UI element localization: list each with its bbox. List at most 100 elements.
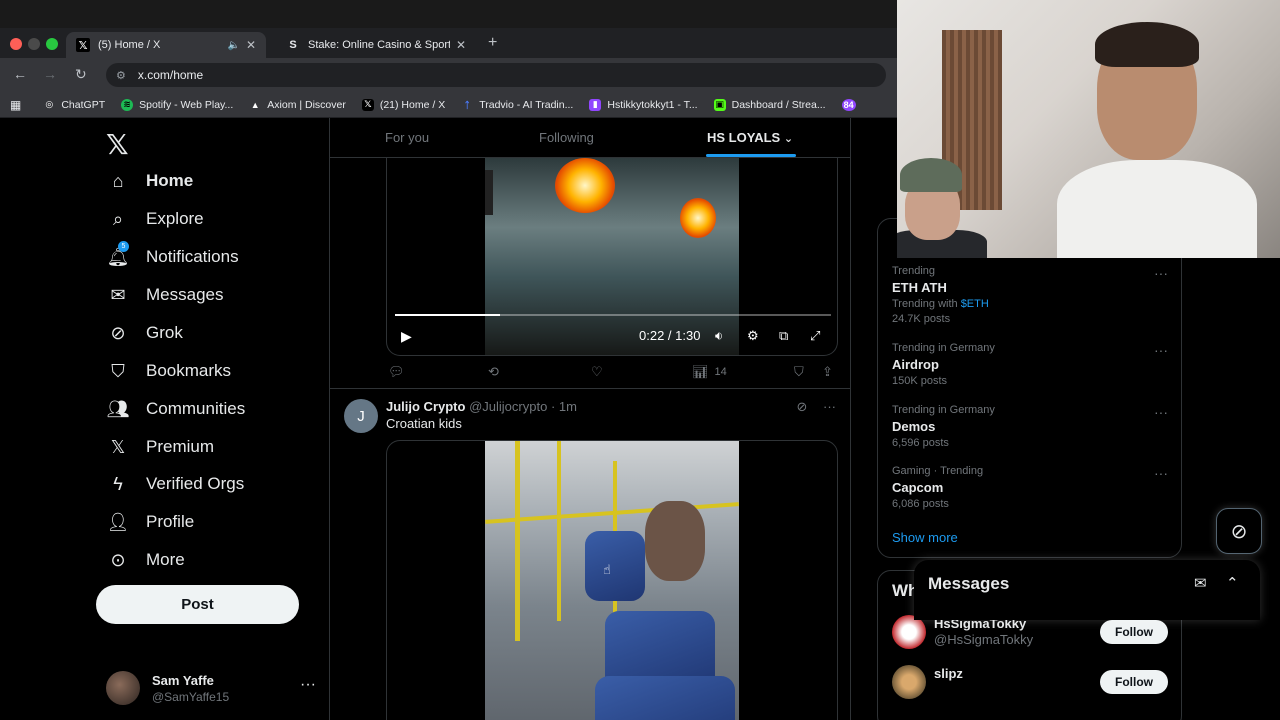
trend-item[interactable]: Trending ETH ATH Trending with $ETH 24.7… — [892, 265, 1168, 325]
trend-item[interactable]: Trending in Germany Airdrop 150K posts ·… — [892, 342, 1168, 387]
repost-icon[interactable]: ⟲ — [488, 364, 499, 380]
suggestion-name[interactable]: slipz — [934, 666, 963, 681]
close-tab-icon[interactable]: ✕ — [246, 38, 256, 52]
bookmark-spotify[interactable]: ≋ Spotify - Web Play... — [121, 98, 233, 111]
more-icon[interactable]: ··· — [1154, 342, 1168, 358]
bookmarks-bar: ▦ ◎ ChatGPT ≋ Spotify - Web Play... ▲ Axiom… — [0, 92, 900, 118]
bookmark-x-home[interactable]: 𝕏 (21) Home / X — [361, 98, 445, 111]
bookmark-overflow[interactable]: 84 — [841, 98, 862, 111]
nav-profile[interactable]: 👤︎ Profile — [106, 507, 195, 537]
lightning-icon: ϟ — [113, 473, 123, 494]
trend-item[interactable]: Gaming · Trending Capcom 6,086 posts ··· — [892, 465, 1168, 510]
streamer-hair — [1095, 22, 1199, 67]
post-text: Croatian kids — [386, 416, 462, 431]
nav-more[interactable]: ⊙ More — [106, 545, 185, 575]
browser-tab-stake[interactable]: S Stake: Online Casino & Sports ✕ — [276, 32, 476, 58]
avatar[interactable]: J — [344, 399, 378, 433]
nav-grok[interactable]: ⊘ Grok — [106, 318, 182, 348]
grok-floating-button[interactable]: ⊘ — [1216, 508, 1262, 554]
follow-button[interactable]: Follow — [1100, 620, 1168, 644]
messages-drawer[interactable]: Messages ✉ ⌃ — [914, 560, 1260, 620]
more-icon[interactable]: ··· — [1154, 265, 1168, 281]
nav-label: More — [146, 550, 185, 569]
follow-suggestion[interactable]: HsSigmaTokky @HsSigmaTokky Follow — [892, 615, 1168, 651]
cashtag-link[interactable]: $ETH — [961, 298, 989, 310]
streamer-shirt — [1057, 160, 1257, 258]
bookmark-chatgpt[interactable]: ◎ ChatGPT — [43, 99, 105, 111]
bookmark-twitch[interactable]: ▮ Hstikkytokkyt1 - T... — [589, 98, 698, 111]
account-switcher[interactable]: Sam Yaffe @SamYaffe15 ··· — [106, 668, 316, 708]
reload-icon[interactable]: ↻ — [75, 66, 87, 83]
bookmark-tradvio[interactable]: ᛏ Tradvio - AI Tradin... — [461, 99, 574, 111]
bookmark-dashboard[interactable]: ▣ Dashboard / Strea... — [713, 98, 826, 111]
close-window-button[interactable] — [10, 38, 22, 50]
new-tab-button[interactable]: + — [488, 34, 497, 52]
forward-icon[interactable]: → — [43, 66, 57, 82]
share-icon[interactable]: ⇪ — [822, 364, 833, 380]
webcam-overlay — [897, 0, 1280, 258]
pip-icon[interactable]: ⧉ — [779, 328, 788, 344]
tab-for-you[interactable]: For you — [385, 130, 429, 145]
show-more-link[interactable]: Show more — [892, 530, 958, 545]
nav-explore[interactable]: ⌕ Explore — [106, 204, 204, 234]
video-progress-bar[interactable] — [395, 314, 831, 316]
post-author-name[interactable]: Julijo Crypto — [386, 399, 465, 414]
messages-drawer-title: Messages — [928, 574, 1010, 593]
home-icon: ⌂ — [112, 170, 124, 191]
nav-label: Verified Orgs — [146, 474, 245, 493]
post-author-handle[interactable]: @Julijocrypto — [469, 399, 547, 414]
avatar[interactable] — [892, 615, 926, 649]
bookmark-icon[interactable]: ⛉ — [794, 364, 804, 380]
tab-hs-loyals[interactable]: HS LOYALS ⌄ — [707, 130, 793, 145]
more-icon[interactable]: ··· — [1154, 465, 1168, 481]
trend-name: Airdrop — [892, 357, 939, 372]
maximize-window-button[interactable] — [46, 38, 58, 50]
trend-category: Trending — [892, 265, 936, 277]
fullscreen-icon[interactable]: ⤢ — [810, 328, 820, 344]
nav-notifications[interactable]: 🔔︎ 5 Notifications — [106, 240, 239, 272]
bookmark-axiom[interactable]: ▲ Axiom | Discover — [249, 99, 346, 111]
grok-icon[interactable]: ⊘ — [796, 399, 807, 414]
more-icon[interactable]: ··· — [300, 676, 316, 694]
post-time[interactable]: · 1m — [551, 399, 577, 414]
follow-suggestion[interactable]: slipz Follow — [892, 665, 1168, 701]
nav-communities[interactable]: 👥︎ Communities — [106, 394, 246, 424]
more-icon[interactable]: ··· — [1154, 404, 1168, 420]
video-player[interactable]: ▶ 0:22 / 1:30 🔉︎ ⚙ ⧉ ⤢ — [386, 158, 838, 356]
x-logo-icon[interactable]: 𝕏 — [106, 128, 129, 161]
nav-premium[interactable]: 𝕏 Premium — [106, 432, 214, 462]
spotify-icon: ≋ — [121, 98, 134, 111]
nav-bookmarks[interactable]: ⛉ Bookmarks — [106, 356, 231, 386]
post-button[interactable]: Post — [96, 585, 299, 624]
like-icon[interactable]: ♡ — [591, 364, 603, 380]
video-player[interactable] — [386, 440, 838, 720]
nav-messages[interactable]: ✉ Messages — [106, 280, 223, 310]
trend-item[interactable]: Trending in Germany Demos 6,596 posts ··… — [892, 404, 1168, 449]
follow-button[interactable]: Follow — [1100, 670, 1168, 694]
settings-icon[interactable]: ⚙ — [747, 328, 759, 344]
apps-grid-icon[interactable]: ▦ — [10, 98, 21, 112]
site-info-icon[interactable]: ⚙ — [116, 69, 126, 82]
fire-flame — [680, 198, 716, 238]
new-message-icon[interactable]: ✉ — [1194, 574, 1207, 592]
minimize-window-button[interactable] — [28, 38, 40, 50]
nav-verified-orgs[interactable]: ϟ Verified Orgs — [106, 469, 244, 499]
speaker-icon[interactable]: 🔈 — [227, 40, 239, 51]
bookmark-label: Dashboard / Strea... — [731, 98, 826, 111]
reply-icon[interactable]: 💬︎ — [388, 364, 405, 380]
back-icon[interactable]: ← — [13, 66, 27, 82]
address-bar[interactable]: ⚙ x.com/home — [106, 63, 886, 87]
avatar[interactable] — [892, 665, 926, 699]
tab-following[interactable]: Following — [539, 130, 594, 145]
close-tab-icon[interactable]: ✕ — [456, 38, 466, 52]
twitch-icon: ▮ — [589, 98, 602, 111]
volume-icon[interactable]: 🔉︎ — [715, 328, 723, 344]
bus-pole — [557, 441, 561, 621]
play-icon[interactable]: ▶ — [401, 328, 412, 345]
browser-tab-x-home[interactable]: 𝕏 (5) Home / X 🔈 ✕ — [66, 32, 266, 58]
post[interactable]: J Julijo Crypto @Julijocrypto · 1m ⊘ ···… — [330, 389, 850, 720]
more-icon[interactable]: ··· — [823, 399, 836, 414]
views-button[interactable]: 📊︎ 14 — [692, 364, 727, 380]
nav-home[interactable]: ⌂ Home — [106, 166, 194, 196]
chevron-up-icon[interactable]: ⌃ — [1226, 574, 1239, 592]
